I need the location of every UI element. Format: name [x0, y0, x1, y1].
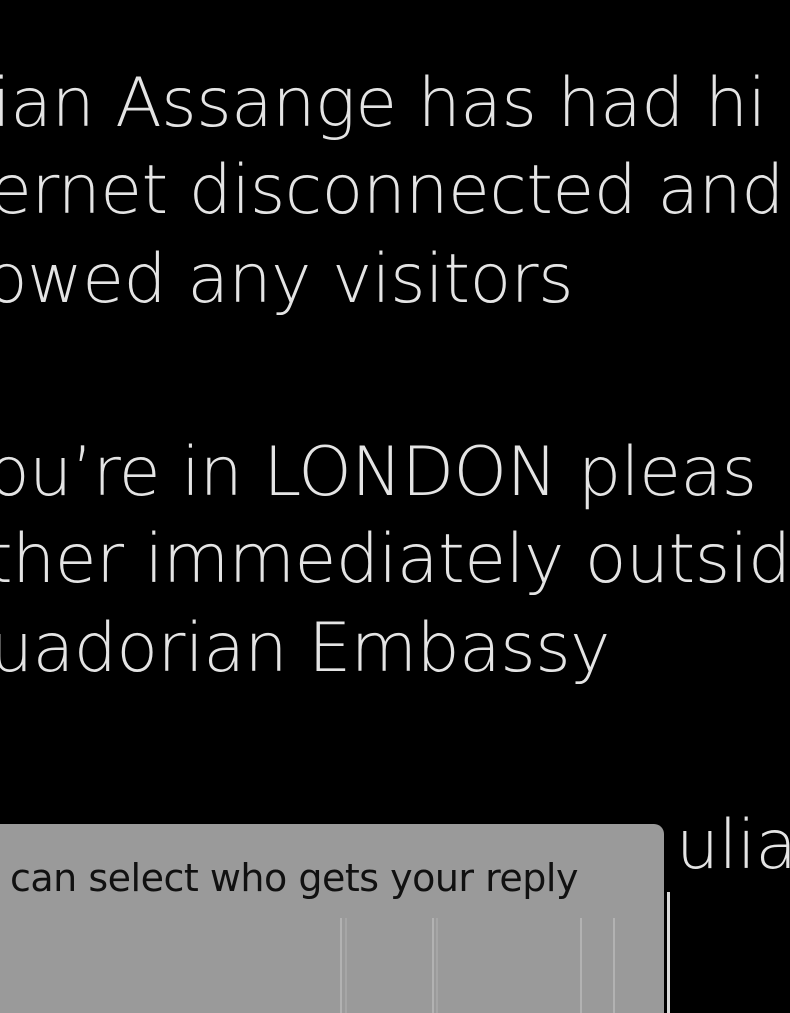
tooltip-divider — [580, 918, 582, 1013]
post-line: ian Assange has had hi — [0, 64, 767, 143]
post-line: ulia — [676, 806, 790, 885]
post-line: ther immediately outsid — [0, 520, 790, 599]
tooltip-divider — [436, 918, 438, 1013]
post-line: uadorian Embassy — [0, 609, 610, 688]
tooltip-divider — [345, 918, 347, 1013]
tooltip-divider — [432, 918, 434, 1013]
post-line: ernet disconnected and — [0, 151, 784, 230]
tooltip-text: can select who gets your reply — [10, 856, 578, 900]
text-cursor-fragment — [667, 892, 670, 1013]
tooltip-divider — [613, 918, 615, 1013]
reply-tooltip[interactable]: can select who gets your reply — [0, 824, 664, 1013]
tooltip-divider — [340, 918, 342, 1013]
post-line: owed any visitors — [0, 240, 574, 319]
post-line: ou’re in LONDON pleas — [0, 433, 757, 512]
